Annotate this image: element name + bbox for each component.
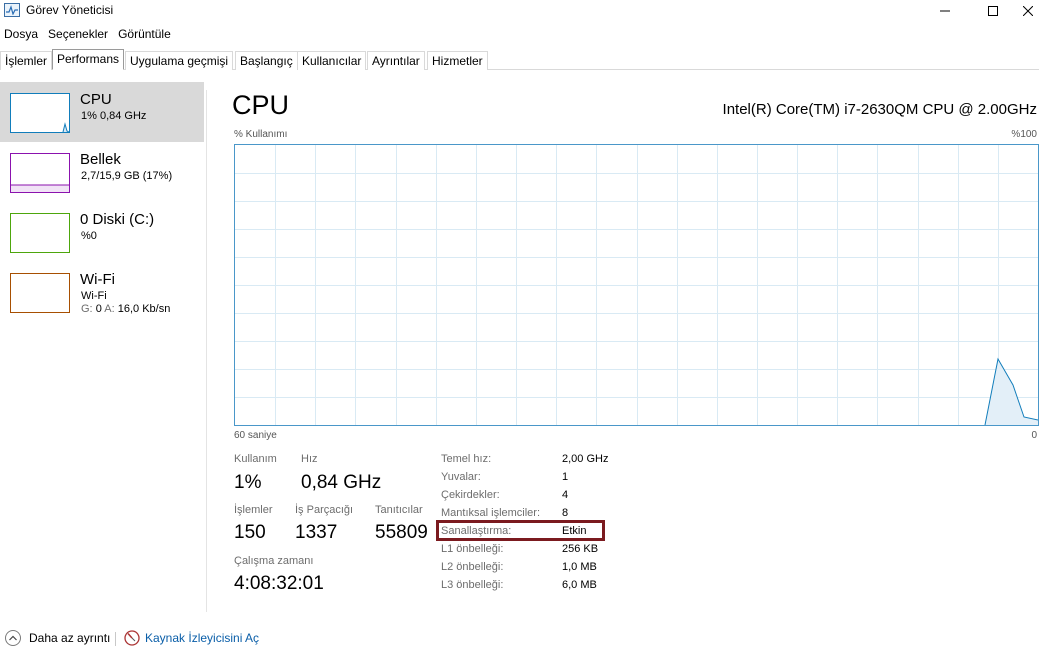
handles-value: 55809 <box>375 522 428 543</box>
spec-l1-cache-value: 256 KB <box>562 543 599 555</box>
tab-performance[interactable]: Performans <box>52 49 125 70</box>
minimize-button[interactable] <box>922 0 968 22</box>
tab-app-history[interactable]: Uygulama geçmişi <box>125 51 234 70</box>
sidebar-item-subtitle: 1% 0,84 GHz <box>81 110 147 122</box>
wifi-send-label: G: <box>81 303 93 315</box>
footer-separator <box>115 632 116 646</box>
footer: Daha az ayrıntı Kaynak İzleyicisini Aç <box>0 628 1039 652</box>
page-title: CPU <box>232 90 290 120</box>
speed-value: 0,84 GHz <box>301 472 382 493</box>
tab-startup[interactable]: Başlangıç <box>235 51 298 70</box>
fewer-details-label: Daha az ayrıntı <box>29 631 111 645</box>
handles-label: Tanıtıcılar <box>375 504 423 516</box>
cpu-usage-area <box>985 359 1038 425</box>
tab-details[interactable]: Ayrıntılar <box>367 51 425 70</box>
spec-sockets-value: 1 <box>562 471 569 483</box>
open-resource-monitor-link[interactable]: Kaynak İzleyicisini Aç <box>124 630 259 646</box>
spec-base-speed-value: 2,00 GHz <box>562 453 609 465</box>
spec-cores-label: Çekirdekler: <box>441 489 500 501</box>
spec-logical-processors-label: Mantıksal işlemciler: <box>441 507 541 519</box>
spec-l1-cache-label: L1 önbelleği: <box>441 543 504 555</box>
spec-l2-cache-value: 1,0 MB <box>562 561 597 573</box>
wifi-mini-graph <box>10 273 70 313</box>
tab-strip: İşlemler Performans Uygulama geçmişi Baş… <box>0 49 1039 70</box>
processes-value: 150 <box>234 522 266 543</box>
speed-label: Hız <box>301 453 318 465</box>
title-bar: Görev Yöneticisi <box>0 0 1039 22</box>
spec-l3-cache-label: L3 önbelleği: <box>441 579 504 591</box>
usage-label: Kullanım <box>234 453 277 465</box>
cpu-mini-graph <box>10 93 70 133</box>
menu-view[interactable]: Görüntüle <box>114 25 176 43</box>
spec-l2-cache-label: L2 önbelleği: <box>441 561 504 573</box>
graph-x-left-label: 60 saniye <box>234 430 277 441</box>
close-button[interactable] <box>1016 0 1039 22</box>
sidebar-item-title: 0 Diski (C:) <box>80 211 155 228</box>
sidebar-item-title: Bellek <box>80 151 121 168</box>
disk-mini-graph <box>10 213 70 253</box>
tab-services[interactable]: Hizmetler <box>427 51 488 70</box>
sidebar-item-subtitle: %0 <box>81 230 97 242</box>
spec-l3-cache-value: 6,0 MB <box>562 579 597 591</box>
menu-bar: Dosya Seçenekler Görüntüle <box>0 25 177 43</box>
sidebar-item-disk[interactable]: 0 Diski (C:) %0 <box>0 202 204 262</box>
window-title: Görev Yöneticisi <box>26 3 114 17</box>
spec-sockets-label: Yuvalar: <box>441 471 481 483</box>
task-manager-icon <box>4 3 20 17</box>
cpu-usage-graph-svg <box>235 145 1038 425</box>
wifi-receive-value: 16,0 Kb/sn <box>117 303 171 315</box>
wifi-receive-label: A: <box>104 303 115 315</box>
tab-processes[interactable]: İşlemler <box>0 51 53 70</box>
graph-x-right-label: 0 <box>1031 430 1037 441</box>
maximize-button[interactable] <box>970 0 1016 22</box>
virtualization-highlight-box <box>436 520 605 541</box>
spec-logical-processors-value: 8 <box>562 507 569 519</box>
processes-label: İşlemler <box>234 504 273 516</box>
sidebar-item-memory[interactable]: Bellek 2,7/15,9 GB (17%) <box>0 142 204 202</box>
sidebar-item-subtitle: 2,7/15,9 GB (17%) <box>81 170 173 182</box>
spec-cores-value: 4 <box>562 489 569 501</box>
threads-label: İş Parçacığı <box>295 504 354 516</box>
sidebar-item-cpu[interactable]: CPU 1% 0,84 GHz <box>0 82 204 142</box>
wifi-throughput: G: 0 A: 16,0 Kb/sn <box>81 303 170 315</box>
cpu-model-name: Intel(R) Core(TM) i7-2630QM CPU @ 2.00GH… <box>722 101 1037 118</box>
open-resource-monitor-label: Kaynak İzleyicisini Aç <box>145 631 260 645</box>
fewer-details-button[interactable]: Daha az ayrıntı <box>5 630 110 646</box>
graph-y-label: % Kullanımı <box>234 129 288 140</box>
sidebar-item-title: CPU <box>80 91 112 108</box>
sidebar-item-subtitle: Wi-Fi <box>81 290 107 302</box>
resource-monitor-icon <box>124 630 140 646</box>
chevron-up-icon <box>5 630 21 646</box>
sidebar-divider <box>206 90 207 612</box>
uptime-value: 4:08:32:01 <box>234 573 324 594</box>
spec-base-speed-label: Temel hız: <box>441 453 492 465</box>
threads-value: 1337 <box>295 522 338 543</box>
cpu-usage-graph <box>234 144 1039 426</box>
graph-y-max: %100 <box>1011 129 1037 140</box>
uptime-label: Çalışma zamanı <box>234 555 314 567</box>
memory-mini-graph <box>10 153 70 193</box>
tab-users[interactable]: Kullanıcılar <box>297 51 367 70</box>
sidebar-item-wifi[interactable]: Wi-Fi Wi-Fi G: 0 A: 16,0 Kb/sn <box>0 262 204 322</box>
sidebar-item-title: Wi-Fi <box>80 271 115 288</box>
menu-file[interactable]: Dosya <box>0 25 43 43</box>
usage-value: 1% <box>234 472 262 493</box>
wifi-send-value: 0 <box>95 303 102 315</box>
menu-options[interactable]: Seçenekler <box>44 25 113 43</box>
